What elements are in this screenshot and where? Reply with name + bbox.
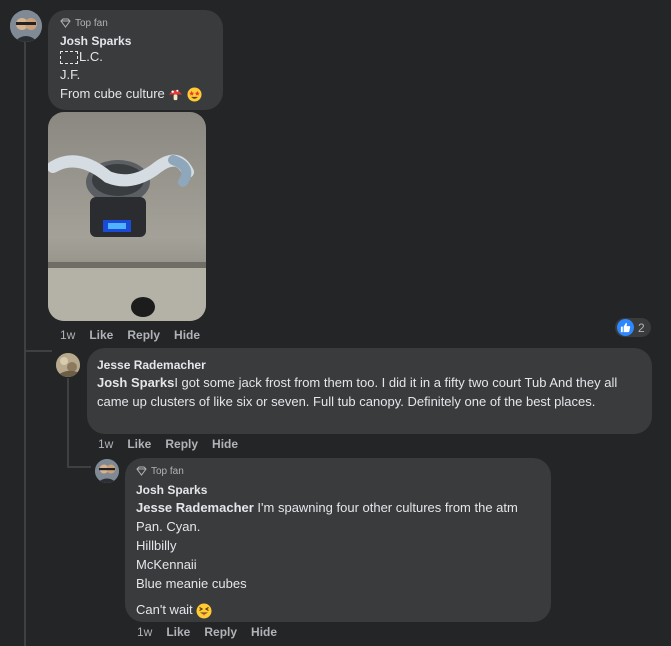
hide-button[interactable]: Hide bbox=[212, 437, 238, 451]
reply-line: Pan. Cyan. bbox=[136, 519, 201, 534]
reply-bubble: Top fan Josh Sparks Jesse Rademacher I'm… bbox=[125, 458, 551, 622]
like-button[interactable]: Like bbox=[166, 625, 190, 639]
reply-actions: 1w Like Reply Hide bbox=[137, 625, 291, 639]
comment-photo[interactable] bbox=[48, 112, 206, 321]
reply-text: Jesse Rademacher I'm spawning four other… bbox=[136, 498, 540, 619]
reply-line: Can't wait bbox=[136, 600, 540, 619]
avatar[interactable] bbox=[10, 10, 42, 42]
thread-line-branch bbox=[24, 350, 52, 352]
author-name[interactable]: Josh Sparks bbox=[60, 33, 211, 49]
author-name[interactable]: Jesse Rademacher bbox=[97, 357, 642, 373]
timestamp[interactable]: 1w bbox=[60, 328, 75, 342]
reply-text: Josh SparksI got some jack frost from th… bbox=[97, 375, 618, 409]
like-button[interactable]: Like bbox=[127, 437, 151, 451]
timestamp[interactable]: 1w bbox=[98, 437, 113, 451]
reply-line: Blue meanie cubes bbox=[136, 576, 247, 591]
comment-line: J.F. bbox=[60, 67, 81, 82]
diamond-icon bbox=[136, 466, 147, 476]
top-fan-badge: Top fan bbox=[136, 464, 540, 478]
badge-label: Top fan bbox=[151, 465, 184, 477]
comment-text: L.C. J.F. From cube culture bbox=[60, 49, 211, 103]
comment-actions: 1w Like Reply Hide bbox=[60, 328, 214, 342]
timestamp[interactable]: 1w bbox=[137, 625, 152, 639]
mention-link[interactable]: Josh Sparks bbox=[97, 375, 174, 390]
hide-button[interactable]: Hide bbox=[174, 328, 200, 342]
reply-button[interactable]: Reply bbox=[204, 625, 237, 639]
avatar[interactable] bbox=[95, 459, 119, 483]
star-struck-emoji-icon bbox=[187, 87, 202, 102]
thread-line-reply-branch bbox=[67, 466, 91, 468]
top-fan-badge: Top fan bbox=[60, 16, 211, 30]
reaction-count[interactable]: 2 bbox=[615, 318, 651, 337]
mushroom-emoji-icon bbox=[169, 89, 183, 101]
reply-actions: 1w Like Reply Hide bbox=[98, 437, 252, 451]
comment-line: From cube culture bbox=[60, 84, 211, 103]
author-name[interactable]: Josh Sparks bbox=[136, 482, 540, 498]
badge-label: Top fan bbox=[75, 17, 108, 29]
thread-line-main bbox=[24, 40, 26, 646]
reply-line: Hillbilly bbox=[136, 538, 177, 553]
comment-bubble: Top fan Josh Sparks L.C. J.F. From cube … bbox=[48, 10, 223, 110]
unknown-glyph-icon bbox=[60, 51, 78, 65]
diamond-icon bbox=[60, 18, 71, 28]
thumbs-up-icon bbox=[617, 319, 634, 336]
reply-button[interactable]: Reply bbox=[165, 437, 198, 451]
mention-link[interactable]: Jesse Rademacher bbox=[136, 500, 254, 515]
reply-button[interactable]: Reply bbox=[127, 328, 160, 342]
thread-line-reply bbox=[67, 378, 69, 466]
hide-button[interactable]: Hide bbox=[251, 625, 277, 639]
squinting-tongue-emoji-icon bbox=[196, 603, 212, 619]
reply-bubble: Jesse Rademacher Josh SparksI got some j… bbox=[87, 348, 652, 434]
reaction-number: 2 bbox=[638, 320, 645, 335]
like-button[interactable]: Like bbox=[89, 328, 113, 342]
avatar[interactable] bbox=[56, 353, 80, 377]
reply-line: McKennaii bbox=[136, 557, 197, 572]
